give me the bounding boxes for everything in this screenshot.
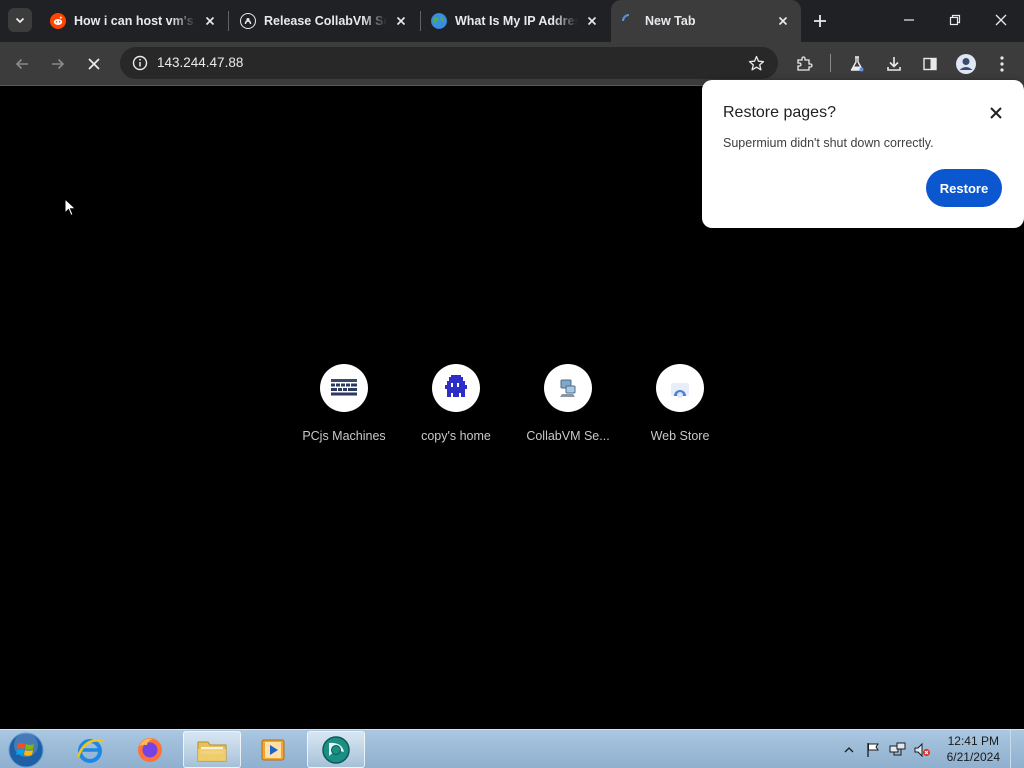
side-panel-button[interactable]: [916, 50, 944, 78]
site-info-icon[interactable]: [128, 51, 152, 75]
puzzle-icon: [797, 56, 813, 71]
clock-date: 6/21/2024: [946, 750, 1000, 764]
windows-start-orb-icon: [8, 732, 44, 768]
stop-loading-button[interactable]: [80, 50, 108, 78]
shortcut-icon-wrapper: [320, 364, 368, 412]
collabvm-icon: [560, 379, 576, 397]
globe-icon: [431, 13, 447, 29]
arrow-right-icon: [52, 58, 65, 70]
restore-window-button[interactable]: [932, 0, 978, 40]
pcjs-icon: [331, 379, 357, 396]
pixel-creature-icon: [445, 375, 467, 397]
restore-button[interactable]: Restore: [926, 169, 1002, 207]
url-text[interactable]: 143.244.47.88: [157, 55, 243, 70]
plus-icon: [814, 15, 826, 27]
tab-title: How i can host vm's on: [74, 14, 196, 28]
internet-explorer-icon: [76, 738, 104, 763]
close-icon: [88, 58, 100, 70]
minimize-button[interactable]: [886, 0, 932, 40]
minimize-icon: [904, 19, 914, 21]
labs-button[interactable]: [843, 50, 871, 78]
tab-whatismyip[interactable]: What Is My IP Address: [421, 0, 610, 42]
chevron-down-icon: [15, 17, 25, 24]
arrow-left-icon: [15, 58, 28, 70]
tab-divider: [228, 11, 229, 31]
close-icon: [995, 14, 1007, 26]
shortcut-label: PCjs Machines: [302, 429, 386, 443]
mouse-pointer-icon: [64, 198, 77, 217]
side-panel-icon: [923, 57, 937, 71]
close-tab-icon[interactable]: [775, 13, 791, 29]
avatar-icon: [956, 54, 976, 74]
taskbar-internet-explorer[interactable]: [61, 731, 119, 768]
close-tab-icon[interactable]: [393, 13, 409, 29]
flask-icon: [850, 56, 864, 72]
taskbar-media-player[interactable]: [244, 731, 302, 768]
taskbar-file-explorer[interactable]: [183, 731, 241, 768]
restore-window-icon: [949, 14, 961, 26]
shortcut-pcjs-machines[interactable]: PCjs Machines: [288, 364, 400, 454]
start-button[interactable]: [7, 732, 45, 768]
media-player-icon: [261, 739, 285, 760]
taskbar-firefox[interactable]: [121, 731, 179, 768]
kebab-menu-icon: [1000, 56, 1004, 72]
downloads-button[interactable]: [880, 50, 908, 78]
restore-pages-dialog: Restore pages? Supermium didn't shut dow…: [702, 80, 1024, 228]
close-window-button[interactable]: [978, 0, 1024, 40]
shortcut-collabvm[interactable]: CollabVM Se...: [512, 364, 624, 454]
tab-new-tab[interactable]: New Tab: [611, 0, 801, 42]
close-tab-icon[interactable]: [202, 13, 218, 29]
download-icon: [887, 57, 901, 71]
volume-muted-icon[interactable]: [913, 742, 931, 758]
forward-button[interactable]: [44, 50, 72, 78]
close-icon: [990, 107, 1002, 119]
shortcut-icon-wrapper: [544, 364, 592, 412]
shortcut-label: copy's home: [421, 429, 491, 443]
dialog-title: Restore pages?: [723, 104, 836, 121]
shortcut-icon-wrapper: [656, 364, 704, 412]
webstore-icon: [671, 383, 689, 398]
windows-taskbar: 12:41 PM 6/21/2024: [0, 729, 1024, 768]
folder-icon: [197, 741, 227, 761]
github-icon: [240, 13, 256, 29]
system-tray: [843, 730, 931, 768]
dialog-message: Supermium didn't shut down correctly.: [723, 136, 934, 150]
network-icon[interactable]: [889, 742, 907, 758]
firefox-icon: [138, 737, 162, 762]
bookmark-star-icon[interactable]: [744, 51, 768, 75]
shortcut-copys-home[interactable]: copy's home: [400, 364, 512, 454]
reddit-icon: [50, 13, 66, 29]
loading-icon: [621, 13, 637, 29]
toolbar-divider: [830, 54, 831, 72]
address-bar[interactable]: 143.244.47.88: [120, 47, 778, 79]
tab-reddit[interactable]: How i can host vm's on: [40, 0, 228, 42]
show-desktop-button[interactable]: [1010, 730, 1024, 768]
supermium-icon: [322, 735, 350, 764]
dialog-close-button[interactable]: [985, 102, 1007, 124]
shortcut-icon-wrapper: [432, 364, 480, 412]
shortcut-label: Web Store: [650, 429, 710, 443]
show-hidden-icons-icon[interactable]: [843, 745, 855, 755]
tab-github[interactable]: Release CollabVM Server: [230, 0, 419, 42]
new-tab-button[interactable]: [808, 9, 832, 33]
clock-time: 12:41 PM: [947, 734, 999, 748]
tab-search-button[interactable]: [8, 8, 32, 32]
clock[interactable]: 12:41 PM 6/21/2024: [947, 733, 1000, 765]
menu-button[interactable]: [988, 50, 1016, 78]
profile-button[interactable]: [952, 50, 980, 78]
shortcut-label: CollabVM Se...: [526, 429, 610, 443]
back-button[interactable]: [8, 50, 36, 78]
tab-title: New Tab: [645, 14, 696, 28]
tab-title: Release CollabVM Server: [264, 14, 387, 28]
shortcut-web-store[interactable]: Web Store: [624, 364, 736, 454]
action-center-flag-icon[interactable]: [865, 742, 881, 758]
tab-strip: How i can host vm's on Release CollabVM …: [0, 0, 1024, 42]
taskbar-supermium-browser[interactable]: [307, 731, 365, 768]
extensions-button[interactable]: [790, 50, 818, 78]
tab-title: What Is My IP Address: [455, 14, 578, 28]
close-tab-icon[interactable]: [584, 13, 600, 29]
